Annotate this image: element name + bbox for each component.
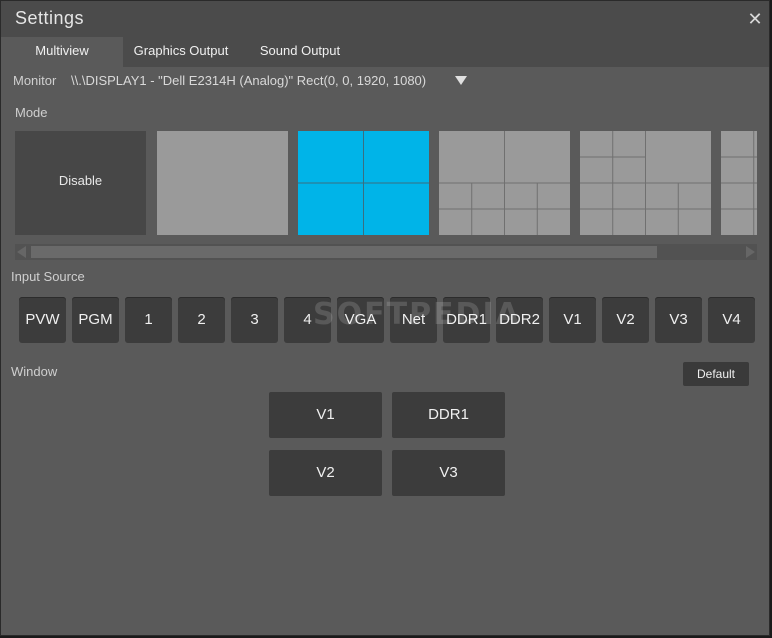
window-title: Settings [15, 8, 85, 28]
source-button-ddr1[interactable]: DDR1 [443, 297, 490, 343]
source-button-v2[interactable]: V2 [602, 297, 649, 343]
source-button-vga[interactable]: VGA [337, 297, 384, 343]
mode-quad-tile[interactable] [298, 131, 429, 235]
scroll-right-icon[interactable] [746, 246, 755, 258]
source-button-v4[interactable]: V4 [708, 297, 755, 343]
mode-scrollbar[interactable] [15, 244, 757, 260]
tab-bar: Multiview Graphics Output Sound Output [1, 37, 769, 67]
title-bar: Settings ✕ [1, 1, 769, 37]
mode-complex-tile[interactable] [580, 131, 711, 235]
source-button-4[interactable]: 4 [284, 297, 331, 343]
close-icon[interactable]: ✕ [745, 9, 765, 29]
mode-strip: Disable [15, 131, 757, 235]
tab-sound-output[interactable]: Sound Output [247, 37, 353, 67]
source-button-ddr2[interactable]: DDR2 [496, 297, 543, 343]
source-button-2[interactable]: 2 [178, 297, 225, 343]
settings-window: Settings ✕ Multiview Graphics Output Sou… [0, 0, 770, 636]
window-label: Window [11, 364, 58, 379]
default-button[interactable]: Default [683, 362, 749, 386]
monitor-select[interactable]: \\.\DISPLAY1 - "Dell E2314H (Analog)" Re… [71, 73, 426, 88]
mode-label: Mode [15, 105, 48, 120]
source-button-pgm[interactable]: PGM [72, 297, 119, 343]
window-slot-1[interactable]: V1 [269, 392, 382, 438]
window-slot-3[interactable]: V2 [269, 450, 382, 496]
window-slot-4[interactable]: V3 [392, 450, 505, 496]
source-button-net[interactable]: Net [390, 297, 437, 343]
mode-single-tile[interactable] [157, 131, 288, 235]
tab-graphics-output[interactable]: Graphics Output [123, 37, 239, 67]
mode-2-plus-8-tile[interactable] [439, 131, 570, 235]
source-button-1[interactable]: 1 [125, 297, 172, 343]
scroll-left-icon[interactable] [17, 246, 26, 258]
scrollbar-thumb[interactable] [31, 246, 657, 258]
mode-grid-tile[interactable] [721, 131, 757, 235]
input-source-label: Input Source [11, 269, 85, 284]
source-button-v1[interactable]: V1 [549, 297, 596, 343]
tab-multiview[interactable]: Multiview [1, 37, 123, 67]
window-slot-2[interactable]: DDR1 [392, 392, 505, 438]
chevron-down-icon[interactable] [455, 76, 467, 85]
source-button-v3[interactable]: V3 [655, 297, 702, 343]
mode-disable-tile[interactable]: Disable [15, 131, 146, 235]
source-button-3[interactable]: 3 [231, 297, 278, 343]
source-button-pvw[interactable]: PVW [19, 297, 66, 343]
monitor-label: Monitor [13, 73, 57, 88]
